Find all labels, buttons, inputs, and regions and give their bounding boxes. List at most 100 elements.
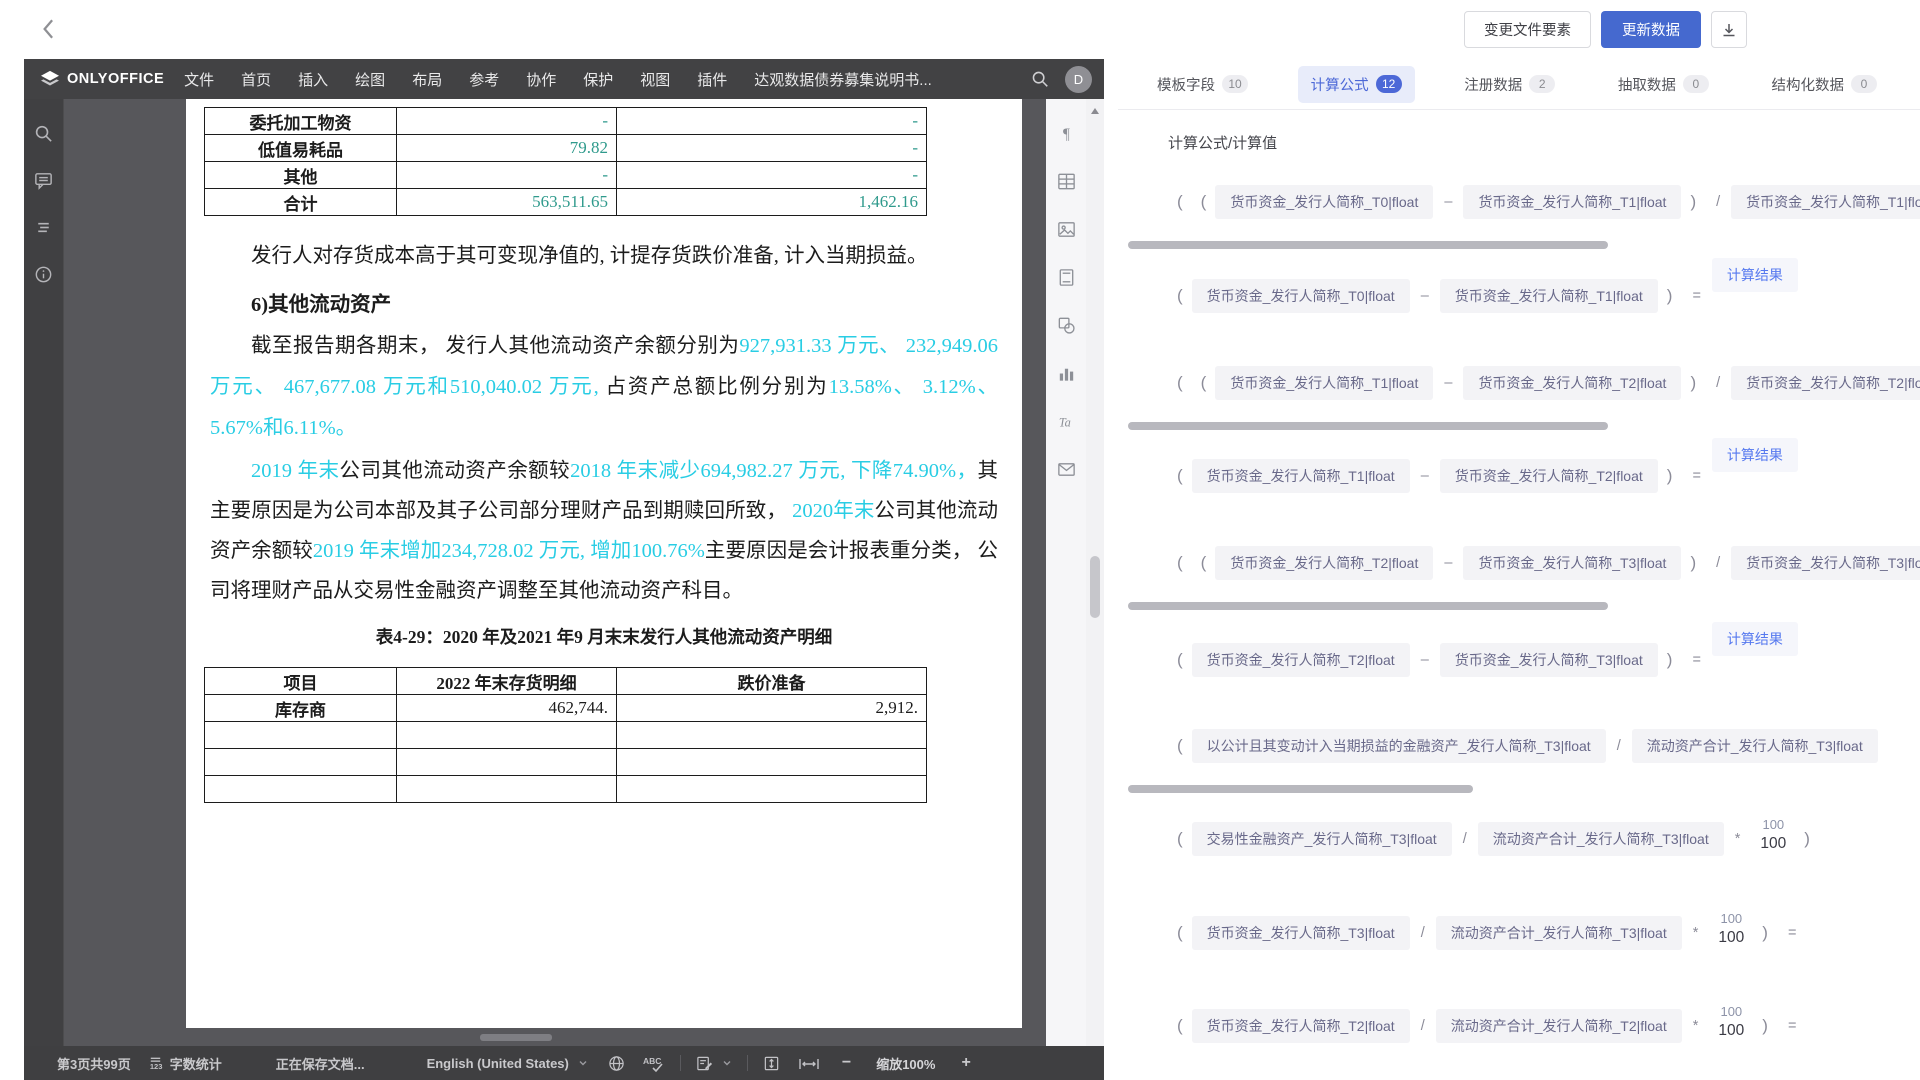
fit-page-icon <box>763 1055 780 1072</box>
field-chip[interactable]: 货币资金_发行人简称_T2|float <box>1440 459 1658 493</box>
field-chip[interactable]: 货币资金_发行人简称_T3|float <box>1463 546 1681 580</box>
document-page[interactable]: 委托加工物资--低值易耗品79.82-其他--合计563,511.651,462… <box>186 99 1022 1028</box>
search-icon[interactable] <box>1030 69 1050 89</box>
spellcheck-button[interactable]: ABC <box>643 1055 665 1072</box>
zoom-out-button[interactable]: − <box>842 1054 851 1072</box>
scroll-up-icon[interactable] <box>1089 105 1101 117</box>
field-chip[interactable]: 货币资金_发行人简称_T1|float <box>1731 185 1920 219</box>
operator: = <box>1692 652 1700 668</box>
field-chip[interactable]: 货币资金_发行人简称_T3|float <box>1192 916 1410 950</box>
field-chip[interactable]: 货币资金_发行人简称_T2|float <box>1215 546 1433 580</box>
formula-horizontal-scrollbar[interactable] <box>1128 785 1473 793</box>
operator: – <box>1421 468 1429 484</box>
menu-item-8[interactable]: 视图 <box>640 69 670 90</box>
body-text: 截至报告期各期末， 发行人其他流动资产余额分别为 <box>251 335 739 357</box>
field-chip[interactable]: 货币资金_发行人简称_T3|float <box>1440 643 1658 677</box>
panel-tab-1[interactable]: 计算公式12 <box>1298 66 1415 103</box>
menu-item-3[interactable]: 绘图 <box>355 69 385 90</box>
operator: / <box>1716 555 1720 571</box>
field-chip[interactable]: 货币资金_发行人简称_T1|float <box>1463 185 1681 219</box>
formula-row-2: ((货币资金_发行人简称_T1|float–货币资金_发行人简称_T2|floa… <box>1168 366 1920 400</box>
panel-section-title: 计算公式/计算值 <box>1168 132 1920 153</box>
menu-item-4[interactable]: 布局 <box>412 69 442 90</box>
field-chip[interactable]: 交易性金融资产_发行人简称_T3|float <box>1192 822 1452 856</box>
table-caption: 表4-29：2020 年及2021 年9 月末末发行人其他流动资产明细 <box>210 623 998 651</box>
comments-icon[interactable] <box>33 170 54 191</box>
formula-horizontal-scrollbar[interactable] <box>1128 241 1608 249</box>
svg-text:¶: ¶ <box>1063 126 1070 143</box>
panel-tab-3[interactable]: 抽取数据0 <box>1605 66 1722 103</box>
table-row: 委托加工物资-- <box>205 108 927 135</box>
formula-horizontal-scrollbar[interactable] <box>1128 602 1608 610</box>
panel-tab-4[interactable]: 结构化数据0 <box>1759 66 1891 103</box>
word-count-button[interactable]: 123 字数统计 <box>147 1054 222 1073</box>
textart-settings-icon[interactable]: Ta <box>1056 411 1077 432</box>
menu-item-1[interactable]: 首页 <box>241 69 271 90</box>
result-chip[interactable]: 计算结果 <box>1712 438 1798 472</box>
fit-width-button[interactable] <box>798 1055 820 1072</box>
paragraph-settings-icon[interactable]: ¶ <box>1056 123 1077 144</box>
scrollbar-thumb[interactable] <box>1090 556 1100 618</box>
field-chip[interactable]: 货币资金_发行人简称_T2|float <box>1192 643 1410 677</box>
paren: ( <box>1177 553 1183 573</box>
field-chip[interactable]: 货币资金_发行人简称_T1|float <box>1215 366 1433 400</box>
formula-row-8: (货币资金_发行人简称_T3|float/流动资产合计_发行人简称_T3|flo… <box>1168 916 1920 950</box>
panel-tab-2[interactable]: 注册数据2 <box>1451 66 1568 103</box>
menu-item-9[interactable]: 插件 <box>697 69 727 90</box>
field-chip[interactable]: 流动资产合计_发行人简称_T2|float <box>1436 1009 1682 1043</box>
status-bar: 第3页共99页 123 字数统计 正在保存文档... English (Unit… <box>24 1046 1104 1080</box>
menu-item-0[interactable]: 文件 <box>184 69 214 90</box>
image-settings-icon[interactable] <box>1056 219 1077 240</box>
fit-width-icon <box>798 1055 820 1072</box>
field-chip[interactable]: 流动资产合计_发行人简称_T3|float <box>1436 916 1682 950</box>
headers-settings-icon[interactable] <box>1056 267 1077 288</box>
search-icon[interactable] <box>33 123 54 144</box>
menu-item-5[interactable]: 参考 <box>469 69 499 90</box>
zoom-level: 缩放100% <box>876 1054 935 1073</box>
mail-settings-icon[interactable] <box>1056 459 1077 480</box>
field-chip[interactable]: 以公计且其变动计入当期损益的金融资产_发行人简称_T3|float <box>1192 729 1606 763</box>
result-chip[interactable]: 计算结果 <box>1712 622 1798 656</box>
formula-row-0: ((货币资金_发行人简称_T0|float–货币资金_发行人简称_T1|floa… <box>1168 185 1920 219</box>
change-file-elements-button[interactable]: 变更文件要素 <box>1464 11 1591 48</box>
paren: ( <box>1177 192 1183 212</box>
spellcheck-language-button[interactable] <box>608 1055 625 1072</box>
field-chip[interactable]: 货币资金_发行人简称_T2|float <box>1731 366 1920 400</box>
paren: ( <box>1201 553 1207 573</box>
result-chip[interactable]: 计算结果 <box>1712 258 1798 292</box>
field-chip[interactable]: 货币资金_发行人简称_T0|float <box>1215 185 1433 219</box>
field-chip[interactable]: 货币资金_发行人简称_T1|float <box>1440 279 1658 313</box>
menu-item-6[interactable]: 协作 <box>526 69 556 90</box>
field-chip[interactable]: 流动资产合计_发行人简称_T3|float <box>1632 729 1878 763</box>
track-changes-button[interactable] <box>696 1055 732 1072</box>
zoom-in-button[interactable]: + <box>961 1054 970 1072</box>
field-chip[interactable]: 货币资金_发行人简称_T2|float <box>1463 366 1681 400</box>
menu-item-2[interactable]: 插入 <box>298 69 328 90</box>
download-button[interactable] <box>1711 11 1747 48</box>
language-selector[interactable]: English (United States) <box>427 1056 588 1071</box>
formula-horizontal-scrollbar[interactable] <box>1128 422 1608 430</box>
vertical-scrollbar[interactable] <box>1086 99 1104 1046</box>
back-button[interactable] <box>34 14 64 44</box>
field-chip[interactable]: 货币资金_发行人简称_T0|float <box>1192 279 1410 313</box>
menu-item-10[interactable]: 达观数据债券募集说明书... <box>754 69 932 90</box>
navigation-icon[interactable] <box>33 217 54 238</box>
field-chip[interactable]: 流动资产合计_发行人简称_T3|float <box>1478 822 1724 856</box>
horizontal-scrollbar[interactable] <box>480 1034 552 1041</box>
fit-page-button[interactable] <box>763 1055 780 1072</box>
field-chip[interactable]: 货币资金_发行人简称_T3|float <box>1731 546 1920 580</box>
table-settings-icon[interactable] <box>1056 171 1077 192</box>
avatar[interactable]: D <box>1065 66 1092 93</box>
operator: / <box>1716 194 1720 210</box>
menu-item-7[interactable]: 保护 <box>583 69 613 90</box>
about-icon[interactable] <box>33 264 54 285</box>
shape-settings-icon[interactable] <box>1056 315 1077 336</box>
field-chip[interactable]: 货币资金_发行人简称_T2|float <box>1192 1009 1410 1043</box>
field-chip[interactable]: 货币资金_发行人简称_T1|float <box>1192 459 1410 493</box>
table-cell: 563,511.65 <box>397 189 617 216</box>
panel-tab-0[interactable]: 模板字段10 <box>1144 66 1261 103</box>
page-indicator[interactable]: 第3页共99页 <box>57 1054 131 1073</box>
table-cell: 委托加工物资 <box>205 108 397 135</box>
chart-settings-icon[interactable] <box>1056 363 1077 384</box>
update-data-button[interactable]: 更新数据 <box>1601 11 1701 48</box>
